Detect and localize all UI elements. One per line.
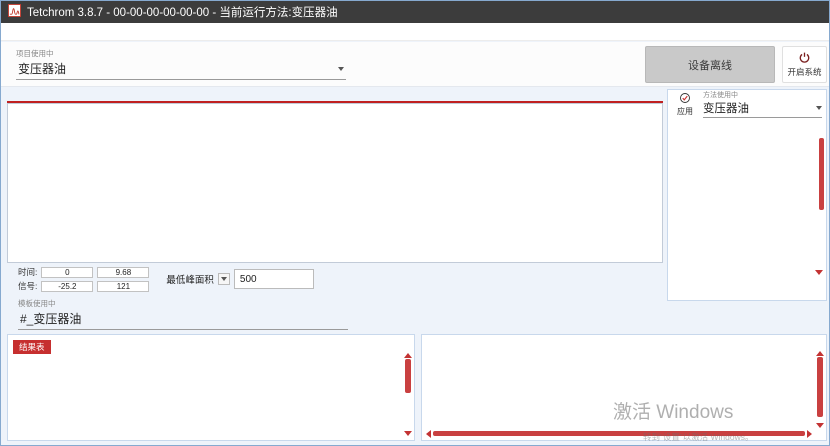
definition-hscrollbar[interactable] — [426, 430, 812, 437]
method-tabs — [672, 119, 822, 133]
min-area-dropdown[interactable] — [218, 273, 230, 285]
time-label: 时间: — [18, 266, 37, 278]
device-offline-button[interactable]: 设备离线 — [645, 46, 775, 83]
method-label: 方法使用中 — [703, 90, 822, 100]
chevron-down-icon[interactable] — [338, 67, 344, 71]
detector-status-wrap — [672, 143, 822, 169]
template-value: #_变压器油 — [20, 310, 81, 327]
signal-tab-bar — [7, 88, 663, 101]
method-scrollbar[interactable] — [819, 138, 824, 210]
method-apply-button[interactable]: 应用 — [672, 92, 698, 117]
min-area-input[interactable] — [234, 269, 314, 289]
app-window: Tetchrom 3.8.7 - 00-00-00-00-00-00 - 当前运… — [0, 0, 830, 446]
time-signal-fields: 时间: 0 9.68 信号: -25.2 121 — [18, 266, 149, 292]
method-combo[interactable]: 方法使用中 变压器油 — [703, 90, 822, 118]
peak-tools-row: 时间: 0 9.68 信号: -25.2 121 最低峰面积 — [7, 265, 663, 293]
results-badge: 结果表 — [13, 340, 51, 354]
app-logo-icon — [8, 4, 21, 20]
method-apply-label: 应用 — [677, 106, 693, 117]
project-combo[interactable]: 项目使用中 变压器油 — [16, 48, 346, 80]
definition-vscrollbar[interactable] — [816, 351, 824, 428]
signal-to-box: 121 — [97, 281, 149, 292]
definition-panel — [421, 334, 827, 441]
power-label: 开启系统 — [787, 66, 821, 78]
results-panel: 结果表 — [7, 334, 415, 441]
chevron-down-icon[interactable] — [816, 106, 822, 110]
power-on-button[interactable]: 开启系统 — [782, 46, 827, 83]
template-combo[interactable]: 模板使用中 #_变压器油 — [18, 298, 348, 330]
method-value: 变压器油 — [703, 100, 749, 116]
results-vscrollbar[interactable] — [404, 353, 412, 436]
power-icon — [798, 51, 811, 66]
min-peak-area-label: 最低峰面积 — [166, 272, 214, 286]
signal-label: 信号: — [18, 280, 37, 292]
project-value: 变压器油 — [18, 60, 66, 77]
window-title: Tetchrom 3.8.7 - 00-00-00-00-00-00 - 当前运… — [27, 4, 338, 20]
template-label: 模板使用中 — [18, 298, 348, 309]
method-panel: 应用 方法使用中 变压器油 — [667, 89, 827, 301]
check-circle-icon — [679, 92, 691, 106]
title-bar: Tetchrom 3.8.7 - 00-00-00-00-00-00 - 当前运… — [1, 1, 829, 23]
signal-from-box: -25.2 — [41, 281, 93, 292]
time-from-box: 0 — [41, 267, 93, 278]
menu-bar — [1, 23, 829, 41]
chromatogram-chart[interactable] — [7, 103, 663, 263]
status-scroll-down-icon[interactable] — [815, 262, 823, 280]
secondary-toolbar: 模板使用中 #_变压器油 — [7, 297, 663, 331]
project-label: 项目使用中 — [16, 48, 346, 59]
time-to-box: 9.68 — [97, 267, 149, 278]
min-peak-area-field: 最低峰面积 — [166, 269, 314, 289]
